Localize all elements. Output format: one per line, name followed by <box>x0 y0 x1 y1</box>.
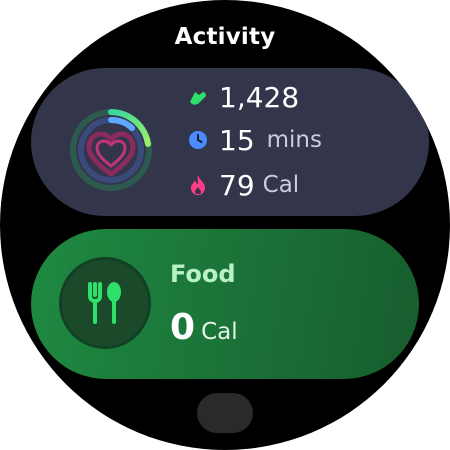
shoe-icon <box>185 84 211 110</box>
steps-row: 1,428 <box>185 79 299 115</box>
activity-rings-heart-icon <box>70 109 152 191</box>
clock-icon <box>185 127 211 153</box>
time-value: 15 <box>219 123 255 157</box>
bottom-button[interactable] <box>197 393 253 433</box>
watch-face: Activity 1,428 15 mins 79 Cal Food 0 Cal <box>0 0 450 450</box>
calories-unit: Cal <box>262 172 300 198</box>
calories-value: 79 <box>219 168 255 202</box>
time-row: 15 mins <box>185 122 322 158</box>
calories-row: 79 Cal <box>185 167 299 203</box>
steps-value: 1,428 <box>219 80 300 114</box>
food-value: 0 <box>170 307 196 348</box>
fork-spoon-icon <box>59 257 151 349</box>
time-unit: mins <box>266 127 322 153</box>
food-card[interactable]: Food 0 Cal <box>31 229 419 379</box>
food-label: Food <box>170 260 236 288</box>
activity-card[interactable]: 1,428 15 mins 79 Cal <box>31 68 429 216</box>
page-title: Activity <box>174 24 276 50</box>
flame-icon <box>185 172 211 198</box>
food-calories: 0 Cal <box>170 307 238 348</box>
food-unit: Cal <box>201 319 238 345</box>
